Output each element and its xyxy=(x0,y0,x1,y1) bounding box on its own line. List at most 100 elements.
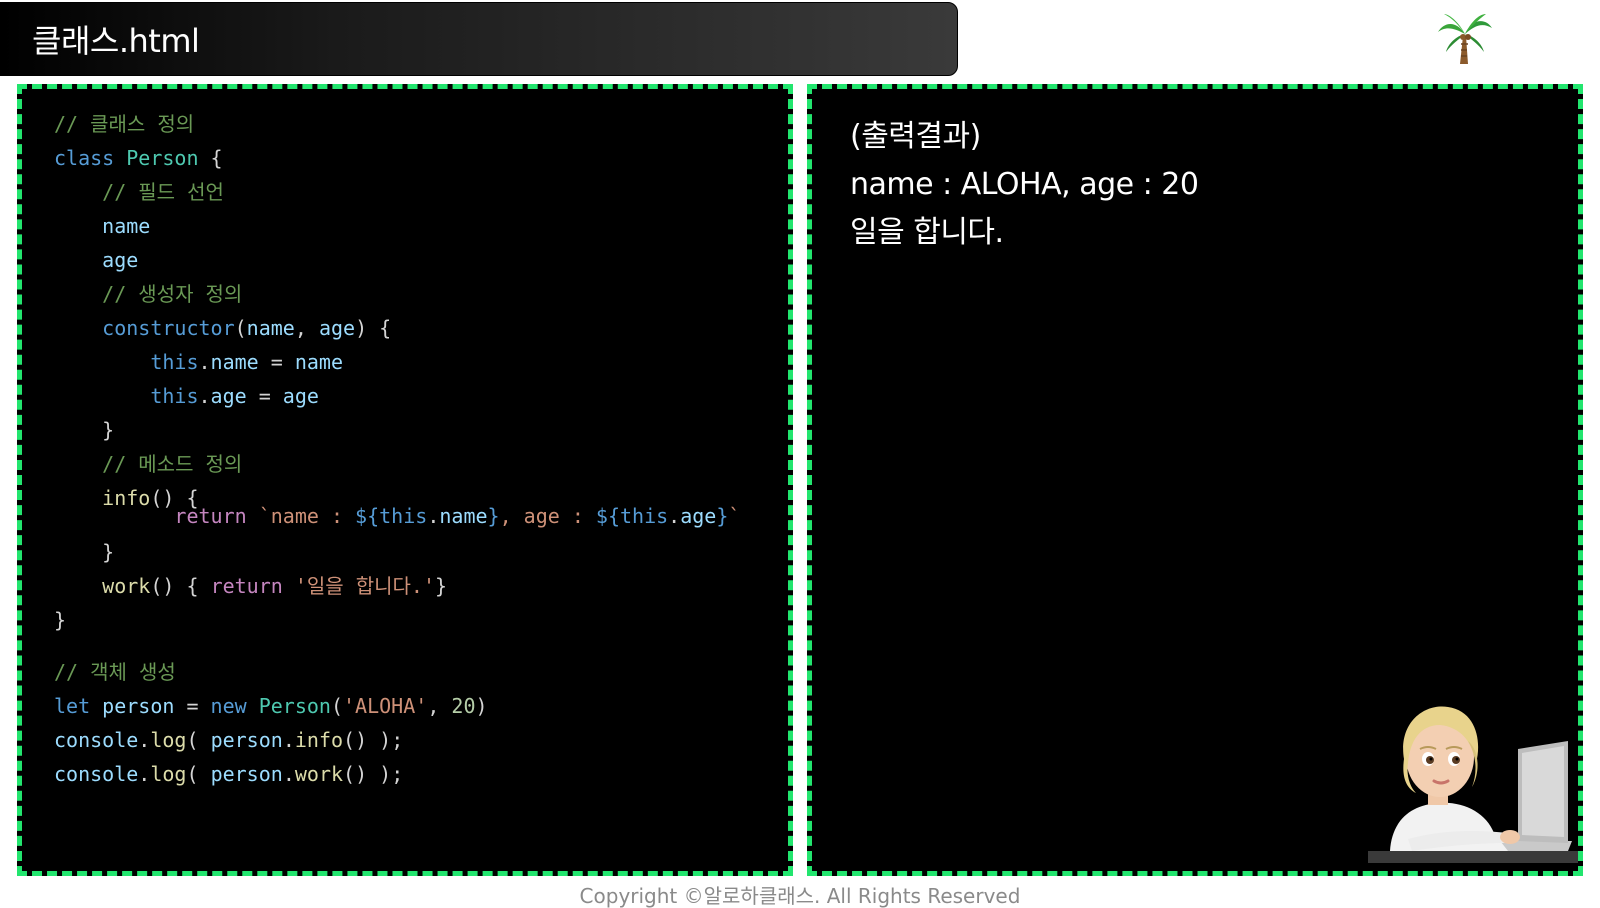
output-heading: (출력결과) xyxy=(850,119,981,154)
code-token: () ); xyxy=(343,728,404,752)
code-token: return xyxy=(174,504,247,528)
code-line: this.age = age xyxy=(54,383,319,409)
code-line: // 필드 선언 xyxy=(54,179,224,205)
code-token: console xyxy=(54,728,139,752)
code-token: this xyxy=(379,504,428,528)
code-token: , xyxy=(427,694,452,718)
code-token: person xyxy=(102,694,175,718)
code-token: age xyxy=(318,316,356,340)
code-token: // 생성자 정의 xyxy=(54,282,243,306)
code-line: return `name : ${this.name}, age : ${thi… xyxy=(54,503,740,529)
code-token: // 객체 생성 xyxy=(54,660,176,684)
code-token: return xyxy=(210,574,283,598)
code-token: name xyxy=(294,350,344,374)
code-token: // 메소드 정의 xyxy=(54,452,243,476)
code-line: this.name = name xyxy=(54,349,343,375)
code-token: age xyxy=(282,384,319,408)
code-token: '일을 합니다.' xyxy=(282,574,436,598)
code-line: // 생성자 정의 xyxy=(54,281,242,307)
code-line: } xyxy=(54,417,114,443)
code-token: `name : xyxy=(246,504,356,528)
code-token: ( xyxy=(234,316,247,340)
code-token: () { xyxy=(150,574,211,598)
code-token: } xyxy=(435,574,448,598)
code-token: . xyxy=(427,504,440,528)
code-token: // 클래스 정의 xyxy=(54,112,195,136)
code-token: person xyxy=(210,728,283,752)
title-bar: 클래스.html xyxy=(0,2,958,76)
code-token: , age : xyxy=(499,504,596,528)
code-token: . xyxy=(668,504,681,528)
code-token: , xyxy=(294,316,319,340)
code-token: log xyxy=(150,762,187,786)
code-token: = xyxy=(174,694,211,718)
avatar-with-laptop-icon xyxy=(1368,706,1578,863)
code-token: () ); xyxy=(343,762,404,786)
palm-tree-icon xyxy=(1438,14,1492,64)
code-token: ) xyxy=(475,694,488,718)
code-token: age xyxy=(102,248,139,272)
code-token: . xyxy=(138,762,151,786)
output-line: name : ALOHA, age : 20 xyxy=(850,167,1199,202)
code-token: ) { xyxy=(355,316,392,340)
code-token: age xyxy=(210,384,247,408)
code-token: . xyxy=(198,350,211,374)
code-line: name xyxy=(54,213,150,239)
code-token: ` xyxy=(728,504,741,528)
code-line: console.log( person.info() ); xyxy=(54,727,403,753)
code-line: // 메소드 정의 xyxy=(54,451,242,477)
code-token: work xyxy=(294,762,344,786)
code-line: // 객체 생성 xyxy=(54,659,176,685)
code-token: } xyxy=(716,504,729,528)
code-token: name xyxy=(210,350,259,374)
code-token: this xyxy=(150,350,199,374)
code-token: console xyxy=(54,762,139,786)
code-token: } xyxy=(54,540,115,564)
code-token: Person xyxy=(258,694,331,718)
code-line: // 클래스 정의 xyxy=(54,111,194,137)
copyright-footer: Copyright ©알로하클래스. All Rights Reserved xyxy=(579,884,1021,908)
code-token: work xyxy=(102,574,151,598)
code-token: name xyxy=(102,214,151,238)
code-line: class Person { xyxy=(54,145,223,171)
code-token: ( xyxy=(186,728,211,752)
code-token: name xyxy=(439,504,488,528)
code-line: } xyxy=(54,607,66,633)
code-token: new xyxy=(210,694,259,718)
code-line: let person = new Person('ALOHA', 20) xyxy=(54,693,488,719)
code-token: this xyxy=(150,384,199,408)
code-token: info xyxy=(294,728,344,752)
code-token: age xyxy=(680,504,717,528)
page-title: 클래스.html xyxy=(32,22,200,60)
output-line: 일을 합니다. xyxy=(850,215,1004,250)
code-token: . xyxy=(282,762,295,786)
code-token: } xyxy=(54,418,115,442)
code-token: 20 xyxy=(451,694,476,718)
code-token: . xyxy=(198,384,211,408)
code-line: work() { return '일을 합니다.'} xyxy=(54,573,447,599)
code-token: ( xyxy=(330,694,344,718)
code-token: person xyxy=(210,762,283,786)
code-token: ( xyxy=(186,762,211,786)
code-token: ${ xyxy=(595,504,620,528)
code-token: } xyxy=(487,504,500,528)
code-token: . xyxy=(282,728,295,752)
code-panel: // 클래스 정의 class Person { // 필드 선언 name ag… xyxy=(17,84,793,876)
code-token: = xyxy=(246,384,283,408)
code-token: = xyxy=(258,350,295,374)
code-token: Person xyxy=(126,146,199,170)
code-token: name xyxy=(246,316,295,340)
code-line: console.log( person.work() ); xyxy=(54,761,403,787)
output-panel: (출력결과) name : ALOHA, age : 20 일을 합니다. xyxy=(807,84,1583,876)
code-token: class xyxy=(54,146,127,170)
code-token: } xyxy=(54,608,67,632)
code-token: 'ALOHA' xyxy=(343,694,428,718)
code-token: let xyxy=(54,694,103,718)
code-line: } xyxy=(54,539,114,565)
code-token: constructor xyxy=(102,316,235,340)
